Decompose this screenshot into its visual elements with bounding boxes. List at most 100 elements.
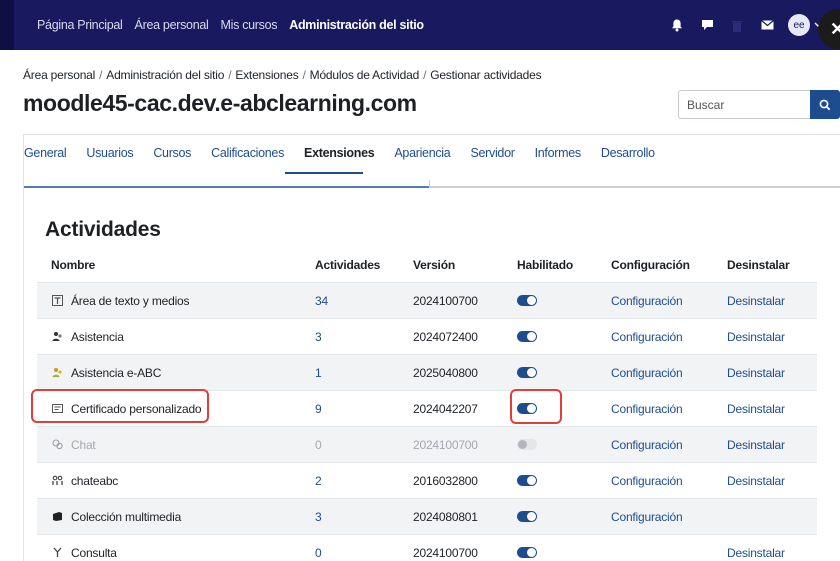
navbar-icons: ee	[668, 0, 822, 50]
uninstall-link[interactable]: Desinstalar	[727, 402, 785, 416]
uninstall-link[interactable]: Desinstalar	[727, 546, 785, 560]
tab-reports[interactable]: Informes	[535, 146, 582, 160]
chat-icon[interactable]	[698, 16, 716, 34]
uninstall-link[interactable]: Desinstalar	[727, 438, 785, 452]
breadcrumb-separator: /	[423, 68, 427, 82]
settings-link[interactable]: Configuración	[611, 294, 683, 308]
table-row: Colección multimedia 3 2024080801 Configura…	[37, 498, 817, 534]
avatar: ee	[788, 14, 810, 36]
attendance-eabc-icon	[51, 367, 63, 379]
uninstall-link[interactable]: Desinstalar	[727, 294, 785, 308]
module-version: 2024100700	[413, 293, 478, 308]
uninstall-link[interactable]: Desinstalar	[727, 330, 785, 344]
text-media-icon	[51, 295, 63, 307]
module-version: 2024100700	[413, 545, 478, 560]
breadcrumb-site-admin[interactable]: Administración del sitio	[106, 68, 224, 82]
breadcrumb-manage-activities: Gestionar actividades	[430, 68, 542, 82]
module-name: Chat	[71, 437, 96, 452]
activity-count-link[interactable]: 34	[315, 294, 328, 308]
settings-link[interactable]: Configuración	[611, 366, 683, 380]
enabled-cell	[517, 331, 537, 342]
enabled-toggle[interactable]	[517, 331, 537, 342]
table-header: Nombre Actividades Versión Habilitado Co…	[37, 248, 817, 282]
enabled-toggle[interactable]	[517, 475, 537, 486]
uninstall-link[interactable]: Desinstalar	[727, 366, 785, 380]
admin-search	[678, 90, 840, 119]
breadcrumb-separator: /	[302, 68, 306, 82]
choice-icon	[51, 547, 63, 559]
search-button[interactable]	[810, 90, 840, 119]
bell-icon[interactable]	[668, 16, 686, 34]
tab-server[interactable]: Servidor	[470, 146, 514, 160]
activity-count-link[interactable]: 0	[315, 546, 322, 560]
chateabc-icon	[51, 475, 63, 487]
settings-link[interactable]: Configuración	[611, 474, 683, 488]
tab-divider-tick	[429, 180, 430, 188]
breadcrumb-dashboard[interactable]: Área personal	[23, 68, 95, 82]
enabled-cell	[517, 367, 537, 378]
chat-module-icon	[51, 439, 63, 451]
module-name: Asistencia e-ABC	[71, 365, 162, 380]
settings-link[interactable]: Configuración	[611, 438, 683, 452]
active-tab-indicator	[285, 172, 363, 174]
multimedia-collection-icon	[51, 511, 63, 523]
enabled-toggle[interactable]	[517, 439, 537, 450]
activity-count-link[interactable]: 2	[315, 474, 322, 488]
search-icon	[819, 99, 831, 110]
settings-link[interactable]: Configuración	[611, 510, 683, 524]
enabled-cell	[517, 511, 537, 522]
module-name: Área de texto y medios	[71, 293, 190, 308]
tab-general[interactable]: General	[24, 146, 67, 160]
activity-count-link[interactable]: 0	[315, 438, 322, 452]
enabled-toggle[interactable]	[517, 367, 537, 378]
module-version: 2025040800	[413, 365, 478, 380]
breadcrumb: Área personal / Administración del sitio / E…	[23, 68, 542, 82]
attendance-icon	[51, 331, 63, 343]
enabled-toggle[interactable]	[517, 547, 537, 558]
tab-development[interactable]: Desarrollo	[601, 146, 655, 160]
user-menu[interactable]: ee	[788, 14, 822, 36]
mail-icon[interactable]	[758, 16, 776, 34]
admin-tabs: General Usuarios Cursos Calificaciones E…	[24, 146, 655, 160]
module-name: Colección multimedia	[71, 509, 182, 524]
nav-site-admin[interactable]: Administración del sitio	[289, 18, 424, 32]
breadcrumb-extensions[interactable]: Extensiones	[235, 68, 298, 82]
tab-courses[interactable]: Cursos	[153, 146, 191, 160]
search-input[interactable]	[678, 90, 810, 119]
tab-users[interactable]: Usuarios	[86, 146, 133, 160]
enabled-cell	[517, 295, 537, 306]
tab-appearance[interactable]: Apariencia	[394, 146, 450, 160]
breadcrumb-activity-modules[interactable]: Módulos de Actividad	[310, 68, 420, 82]
header-name: Nombre	[51, 258, 96, 272]
enabled-cell	[517, 547, 537, 558]
activity-count-link[interactable]: 9	[315, 402, 322, 416]
primary-navigation: Página Principal Área personal Mis curso…	[37, 0, 424, 50]
tab-extensions[interactable]: Extensiones	[304, 146, 375, 160]
breadcrumb-separator: /	[99, 68, 103, 82]
module-name-cell: Asistencia e-ABC	[51, 366, 161, 380]
highlight-certificate-toggle	[510, 389, 562, 424]
module-name: chateabc	[71, 473, 119, 488]
activity-count-link[interactable]: 3	[315, 330, 322, 344]
nav-home[interactable]: Página Principal	[37, 18, 123, 32]
header-uninstall: Desinstalar	[727, 258, 790, 272]
activity-count-link[interactable]: 3	[315, 510, 322, 524]
uninstall-link[interactable]: Desinstalar	[727, 474, 785, 488]
settings-link[interactable]: Configuración	[611, 402, 683, 416]
enabled-toggle[interactable]	[517, 511, 537, 522]
tab-grades[interactable]: Calificaciones	[211, 146, 284, 160]
nav-my-courses[interactable]: Mis cursos	[220, 18, 277, 32]
enabled-cell	[517, 475, 537, 486]
header-settings: Configuración	[611, 258, 690, 272]
header-enabled: Habilitado	[517, 258, 574, 272]
settings-link[interactable]: Configuración	[611, 330, 683, 344]
enabled-toggle[interactable]	[517, 295, 537, 306]
module-name: Consulta	[71, 545, 117, 560]
header-version: Versión	[413, 258, 455, 272]
section-title: Actividades	[45, 218, 161, 241]
trash-icon[interactable]	[728, 16, 746, 34]
nav-dashboard[interactable]: Área personal	[135, 18, 209, 32]
module-version: 2024100700	[413, 437, 478, 452]
activity-count-link[interactable]: 1	[315, 366, 322, 380]
module-name-cell: Chat	[51, 438, 96, 452]
